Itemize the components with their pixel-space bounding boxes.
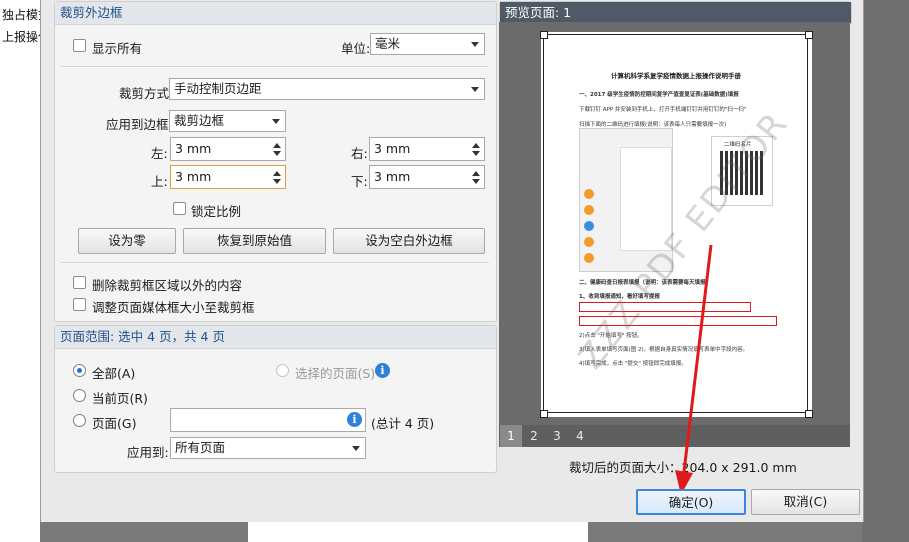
crop-handle-bottom-right[interactable] — [805, 410, 813, 418]
page-range-header: 页面范围: 选中 4 页，共 4 页 — [55, 326, 496, 349]
doc-app-icon — [584, 221, 594, 231]
page-number-3[interactable]: 3 — [546, 425, 568, 447]
ok-button[interactable]: 确定(O) — [636, 489, 746, 515]
pages-label: 页面(G) — [92, 416, 137, 431]
pages-total-label: (总计 4 页) — [371, 416, 435, 431]
all-pages-label: 全部(A) — [92, 366, 136, 381]
bottom-margin-label: 下: — [351, 174, 368, 189]
doc-app-icon — [584, 189, 594, 199]
current-page-label: 当前页(R) — [92, 391, 148, 406]
page-number-1[interactable]: 1 — [500, 425, 522, 447]
all-pages-radio[interactable] — [73, 364, 86, 377]
doc-section-1: 一、2017 级学生疫情防控期间复学产值查复证表(基础数据)填报 — [579, 92, 739, 98]
top-margin-value: 3 mm — [175, 169, 212, 184]
crop-method-select[interactable]: 手动控制页边距 — [169, 78, 485, 100]
top-margin-input[interactable]: 3 mm — [170, 165, 286, 189]
pages-input[interactable] — [170, 408, 366, 432]
right-margin-value: 3 mm — [374, 141, 411, 156]
left-margin-input[interactable]: 3 mm — [170, 137, 286, 161]
doc-app-icon — [584, 237, 594, 247]
lock-ratio-checkbox[interactable] — [173, 202, 186, 215]
background-text-1: 独占模式 — [2, 8, 40, 22]
top-margin-label: 上: — [151, 174, 168, 189]
selected-pages-label: 选择的页面(S) — [295, 366, 376, 381]
left-margin-label: 左: — [151, 146, 168, 161]
background-text-2: 上报操作 — [2, 30, 40, 44]
crop-handle-bottom-left[interactable] — [540, 410, 548, 418]
spin-up-icon[interactable] — [273, 143, 281, 148]
show-all-checkbox[interactable] — [73, 39, 86, 52]
spin-down-icon[interactable] — [273, 151, 281, 156]
chevron-down-icon — [352, 446, 360, 451]
crop-margins-panel: 裁剪外边框 显示所有 单位: 毫米 裁剪方式 手动控制页边距 应用到边框 裁剪边… — [54, 1, 497, 322]
background-document-strip: 独占模式 上报操作 — [0, 0, 40, 542]
unit-value: 毫米 — [375, 36, 401, 51]
right-margin-input[interactable]: 3 mm — [369, 137, 485, 161]
doc-line-2: 扫描下面的二维码进行填报(说明：该表每人只需要填报一次) — [579, 122, 727, 128]
adjust-media-box-label: 调整页面媒体框大小至裁剪框 — [92, 300, 255, 315]
page-range-panel: 页面范围: 选中 4 页，共 4 页 全部(A) 选择的页面(S) i 当前页(… — [54, 325, 497, 473]
background-page-bottom — [248, 522, 588, 542]
crop-method-value: 手动控制页边距 — [174, 81, 262, 96]
divider — [61, 262, 489, 263]
revert-original-button[interactable]: 恢复到原始值 — [183, 228, 326, 254]
chevron-down-icon — [272, 119, 280, 124]
bottom-margin-input[interactable]: 3 mm — [369, 165, 485, 189]
show-all-label: 显示所有 — [92, 41, 143, 56]
selected-pages-radio[interactable] — [276, 364, 289, 377]
unit-select[interactable]: 毫米 — [370, 33, 485, 55]
apply-to-box-select[interactable]: 裁剪边框 — [169, 110, 286, 132]
bottom-margin-value: 3 mm — [374, 169, 411, 184]
crop-handle-top-left[interactable] — [540, 31, 548, 39]
apply-to-label: 应用到: — [127, 445, 169, 460]
delete-outside-label: 删除裁剪框区域以外的内容 — [92, 278, 243, 293]
doc-line-1: 下载钉钉 APP 并安装到手机上，打开手机端钉钉并用钉钉的"扫一扫" — [579, 107, 747, 113]
apply-to-box-value: 裁剪边框 — [174, 113, 225, 128]
unit-label: 单位: — [341, 41, 371, 56]
set-white-margins-button[interactable]: 设为空白外边框 — [333, 228, 485, 254]
set-zero-button[interactable]: 设为零 — [78, 228, 176, 254]
spin-down-icon[interactable] — [472, 179, 480, 184]
background-right — [862, 0, 909, 542]
apply-to-select[interactable]: 所有页面 — [170, 437, 366, 459]
doc-app-icon — [584, 205, 594, 215]
page-number-2[interactable]: 2 — [523, 425, 545, 447]
right-margin-label: 右: — [351, 146, 368, 161]
spin-down-icon[interactable] — [472, 151, 480, 156]
left-margin-value: 3 mm — [175, 141, 212, 156]
info-icon[interactable]: i — [375, 363, 390, 378]
current-page-radio[interactable] — [73, 389, 86, 402]
cancel-button[interactable]: 取消(C) — [751, 489, 860, 515]
red-arrow-annotation — [675, 244, 713, 495]
crop-pages-dialog: 裁剪外边框 显示所有 单位: 毫米 裁剪方式 手动控制页边距 应用到边框 裁剪边… — [40, 0, 864, 522]
chevron-down-icon — [471, 87, 479, 92]
apply-to-box-label: 应用到边框 — [106, 117, 169, 132]
page-number-4[interactable]: 4 — [569, 425, 591, 447]
spin-up-icon[interactable] — [472, 143, 480, 148]
spin-up-icon[interactable] — [472, 171, 480, 176]
spin-down-icon[interactable] — [273, 179, 281, 184]
crop-margins-header: 裁剪外边框 — [55, 2, 496, 25]
pages-radio[interactable] — [73, 414, 86, 427]
doc-title: 计算机科学系复学疫情数据上报操作说明手册 — [611, 72, 741, 80]
apply-to-value: 所有页面 — [175, 440, 226, 455]
delete-outside-checkbox[interactable] — [73, 276, 86, 289]
doc-app-icon — [584, 253, 594, 263]
crop-method-label: 裁剪方式 — [119, 86, 170, 101]
divider — [61, 66, 489, 67]
info-icon[interactable]: i — [347, 412, 362, 427]
lock-ratio-label: 锁定比例 — [191, 204, 242, 219]
preview-header-bar: 预览页面: 1 — [499, 1, 852, 24]
spin-up-icon[interactable] — [273, 171, 281, 176]
adjust-media-box-checkbox[interactable] — [73, 298, 86, 311]
crop-handle-top-right[interactable] — [805, 31, 813, 39]
chevron-down-icon — [471, 42, 479, 47]
preview-header: 预览页面: 1 — [500, 2, 851, 23]
